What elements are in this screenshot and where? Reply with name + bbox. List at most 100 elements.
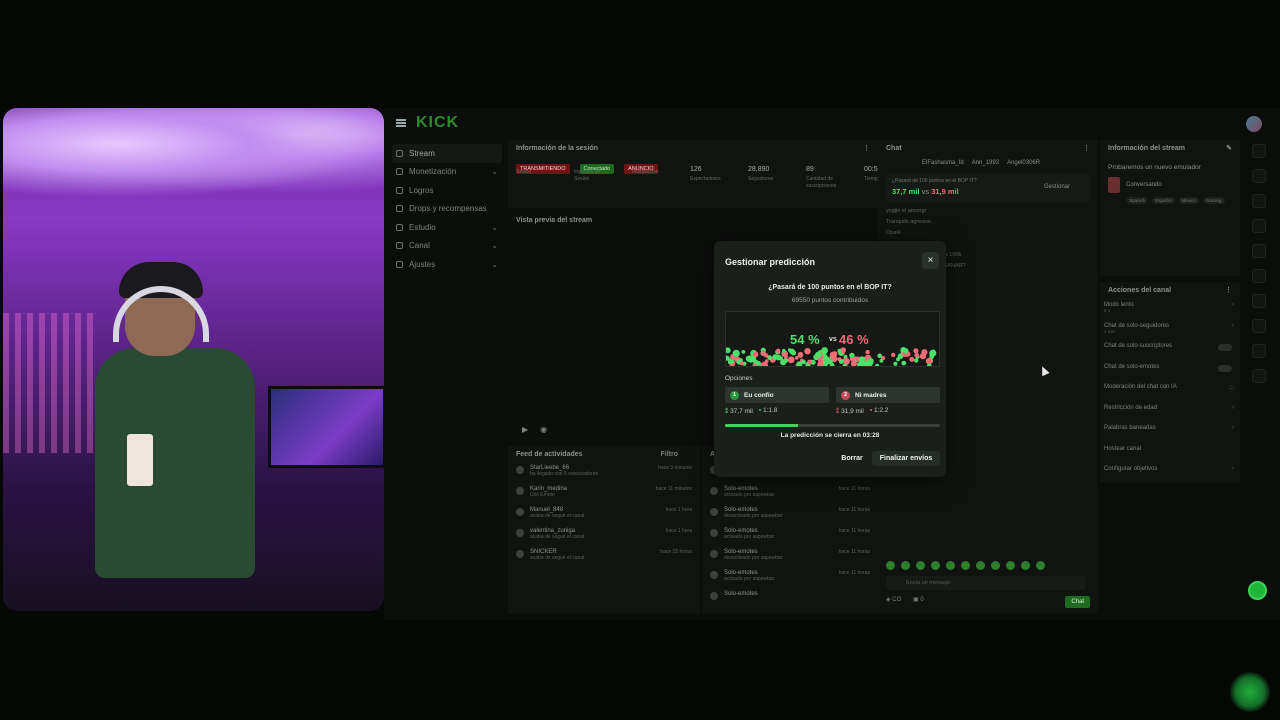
- rail-chat-icon[interactable]: [1252, 269, 1266, 283]
- prediction-ball: [824, 356, 830, 362]
- toggle-switch[interactable]: [1218, 344, 1232, 351]
- list-item: StarLieebe_66 ha llegado con 5 espectador…: [508, 462, 700, 483]
- more-icon[interactable]: ⋮: [1225, 286, 1232, 294]
- sidebar-item-estudio[interactable]: Estudio ⌄: [392, 218, 502, 237]
- session-stat: Sesión: [516, 166, 558, 190]
- activity-time: hace 11 horas: [838, 570, 870, 576]
- chat-input[interactable]: Envía un mensaje: [886, 576, 1086, 590]
- top-supporter: ElFashasma_fd: [922, 160, 964, 166]
- channel-action-value: 5 s: [1104, 308, 1111, 313]
- channel-action-label: Chat de solo-suscriptores: [1104, 343, 1173, 349]
- option-b-button[interactable]: 2 Ni madres: [836, 387, 940, 403]
- manage-prediction-button[interactable]: Gestionar: [1044, 184, 1070, 190]
- emote-icon[interactable]: [1021, 561, 1030, 570]
- stat-label: Sesión: [516, 169, 532, 175]
- emote-icon[interactable]: [886, 561, 895, 570]
- time-progress-bar: [725, 424, 940, 427]
- list-item: Manuel_848 acaba de seguir el canal hace 1…: [508, 504, 700, 525]
- prediction-ball: [772, 354, 779, 360]
- rail-tools-icon[interactable]: [1252, 344, 1266, 358]
- session-stat: 126 Espectadores: [690, 166, 732, 190]
- webcam-overlay: [3, 108, 384, 611]
- stream-tag: Spanish: [1126, 197, 1149, 204]
- finalize-button[interactable]: Finalizar envíos: [872, 451, 940, 466]
- channel-action-item[interactable]: Modo lento 5 s ›: [1100, 298, 1240, 319]
- channel-action-item[interactable]: Configurar objetivos ›: [1100, 462, 1240, 483]
- volume-icon[interactable]: ◉: [540, 425, 547, 434]
- close-icon[interactable]: ×: [922, 252, 939, 269]
- channel-action-item[interactable]: Hostear canal: [1100, 442, 1240, 463]
- rail-settings-icon[interactable]: [1252, 369, 1266, 383]
- channel-action-item[interactable]: Chat de solo-seguidores 1 min ›: [1100, 319, 1240, 340]
- sidebar-item-ajustes[interactable]: Ajustes ⌄: [392, 255, 502, 274]
- stat-value: 28,890: [748, 166, 770, 173]
- sidebar-item-label: Stream: [409, 148, 435, 158]
- more-icon[interactable]: ⋮: [863, 144, 870, 152]
- emote-icon[interactable]: [961, 561, 970, 570]
- prediction-ball: [867, 358, 874, 365]
- more-icon[interactable]: ⋮: [1083, 144, 1090, 152]
- category-thumbnail: [1108, 177, 1120, 193]
- filter-button[interactable]: Filtro: [661, 451, 679, 458]
- sidebar-item-canal[interactable]: Canal ⌄: [392, 237, 502, 256]
- channel-action-item[interactable]: Moderación del chat con IA ⓘ: [1100, 380, 1240, 401]
- sidebar-item-icon: [396, 168, 403, 176]
- prediction-ball: [745, 355, 753, 362]
- users-icon[interactable]: ▣: [913, 597, 919, 603]
- list-item: valentina_zuniga acaba de seguir el canal…: [508, 525, 700, 546]
- emote-icon[interactable]: [976, 561, 985, 570]
- rail-edit-icon[interactable]: [1252, 169, 1266, 183]
- session-info-panel: Información de la sesión ⋮ TRANSMITIENDO C…: [508, 140, 898, 208]
- menu-icon[interactable]: [396, 119, 406, 127]
- top-bar: KICK: [384, 108, 1280, 138]
- option-a-button[interactable]: 1 Eu confio: [725, 387, 829, 403]
- sidebar-item-logros[interactable]: Logros: [392, 181, 502, 200]
- emote-icon[interactable]: [931, 561, 940, 570]
- rail-collapse-icon[interactable]: [1252, 194, 1266, 208]
- stream-tag: México: [1178, 197, 1199, 204]
- channel-action-item[interactable]: Palabras baneadas ›: [1100, 421, 1240, 442]
- rail-expand-icon[interactable]: [1252, 294, 1266, 308]
- emote-icon[interactable]: [901, 561, 910, 570]
- emote-icon[interactable]: [1006, 561, 1015, 570]
- emote-icon[interactable]: [1036, 561, 1045, 570]
- prediction-ball: [837, 348, 842, 353]
- emote-icon[interactable]: [916, 561, 925, 570]
- toggle-switch[interactable]: [1218, 364, 1232, 372]
- rail-list-icon[interactable]: [1252, 244, 1266, 258]
- option-a-ratio: 1:1.8: [762, 407, 778, 414]
- sidebar-item-drops-y-recompensas[interactable]: Drops y recompensas: [392, 200, 502, 219]
- activity-icon: [710, 571, 718, 579]
- channel-actions-list: Modo lento 5 s › Chat de solo-seguidores 1 m…: [1100, 298, 1240, 483]
- streamer: [95, 262, 265, 611]
- emote-icon[interactable]: [946, 561, 955, 570]
- kick-logo[interactable]: KICK: [416, 114, 459, 132]
- prediction-ball: [787, 348, 792, 352]
- activity-list-secondary: suspedido en: aspewbarSolo-emotesactivad…: [702, 462, 878, 609]
- rail-layout-icon[interactable]: [1252, 319, 1266, 333]
- edit-icon[interactable]: ✎: [1226, 144, 1232, 152]
- sidebar-item-monetizaci-n[interactable]: Monetización ⌄: [392, 163, 502, 182]
- channel-action-item[interactable]: Restricción de edad ›: [1100, 401, 1240, 422]
- chat-send-button[interactable]: Chat: [1065, 596, 1090, 608]
- delete-button[interactable]: Borrar: [836, 451, 868, 466]
- list-item: SNICKER acaba de seguir el canal hace 15 h…: [508, 546, 700, 567]
- play-icon[interactable]: ▶: [522, 425, 528, 434]
- rail-info-icon[interactable]: [1252, 144, 1266, 158]
- prediction-ball: [849, 352, 855, 359]
- channel-action-item[interactable]: Chat de solo-suscriptores: [1100, 339, 1240, 360]
- prediction-ball: [831, 351, 838, 357]
- points-icon[interactable]: ◈: [886, 597, 891, 603]
- sidebar-item-stream[interactable]: Stream: [392, 144, 502, 163]
- prediction-ball: [909, 356, 915, 362]
- option-b-label: Ni madres: [855, 391, 887, 399]
- chevron-down-icon: ⌄: [491, 241, 498, 251]
- rail-pin-icon[interactable]: [1252, 219, 1266, 233]
- activity-icon: [516, 550, 524, 558]
- channel-action-item[interactable]: Chat de solo-emotes: [1100, 360, 1240, 381]
- chat-prediction-banner[interactable]: ¿Pasará de 100 puntos en el BOP IT? 37,7…: [886, 174, 1090, 202]
- info-icon: ⓘ: [1227, 387, 1234, 393]
- emote-icon[interactable]: [991, 561, 1000, 570]
- support-chat-icon[interactable]: [1248, 581, 1267, 600]
- user-avatar[interactable]: [1246, 116, 1262, 132]
